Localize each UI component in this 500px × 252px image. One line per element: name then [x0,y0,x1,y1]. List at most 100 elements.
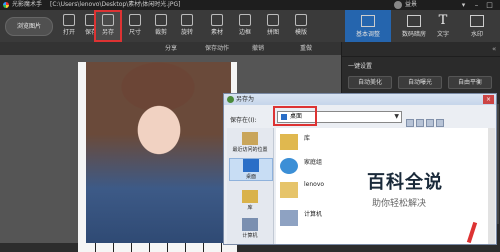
template-icon [295,14,307,26]
auto-exposure-button[interactable]: 自动曝光 [398,76,442,89]
darkroom-icon [407,15,421,27]
open-label: 打开 [62,29,75,36]
close-icon[interactable]: × [483,95,494,104]
new-folder-icon[interactable] [426,119,434,127]
place-computer[interactable]: 计算机 [229,218,271,239]
tab-basic-adjust[interactable]: 基本调整 [345,10,391,42]
app-icon [227,96,234,103]
item-name: 库 [304,135,311,142]
tab-watermark-label: 水印 [470,31,483,38]
list-item[interactable]: 计算机 [280,208,380,228]
frame-icon [239,14,251,26]
crop-button[interactable]: 裁剪 [150,12,172,40]
homegroup-icon [280,158,298,174]
template-button[interactable]: 模版 [290,12,312,40]
watermark-subtitle: 助你轻松解决 [372,199,427,209]
location-highlight [273,106,317,126]
resize-label: 尺寸 [128,29,141,36]
save-as-dialog: 另存为 × 保存在(I): 桌面 ▼ 最近访问的位置 桌面 库 计算机 库 家庭… [223,93,497,245]
window-controls: ▾–□× [455,0,500,20]
divider [342,56,500,57]
list-item[interactable]: 库 [280,132,380,152]
dialog-title: 另存为 [236,96,255,103]
user-folder-icon [280,182,298,198]
avatar[interactable] [394,1,402,9]
frame-label: 边框 [238,29,251,36]
watermark-icon [470,15,484,27]
item-name: 计算机 [304,211,323,218]
place-recent-label: 最近访问的位置 [232,147,268,153]
crop-label: 裁剪 [154,29,167,36]
place-library[interactable]: 库 [229,190,271,211]
username[interactable]: 益景 [405,0,417,10]
maximize-icon[interactable]: □ [485,1,494,9]
app-name: 光影魔术手 [12,1,43,8]
computer-icon [280,210,298,226]
dialog-titlebar: 另存为 × [224,94,496,105]
rotate-icon [181,14,193,26]
share-button[interactable]: 分享 [165,42,177,55]
up-folder-icon[interactable] [416,119,424,127]
section-title: 一键设置 [348,63,373,70]
resize-button[interactable]: 尺寸 [124,12,146,40]
adjust-icon [361,15,375,27]
dialog-nav-icons [406,112,450,127]
app-logo-icon [3,2,9,8]
list-item[interactable]: lenovo [280,180,380,200]
material-button[interactable]: 素材 [206,12,228,40]
main-toolbar: 浏览图片 打开 保存 另存 尺寸 裁剪 旋转 素材 边框 拼图 模版 基本调整 … [0,10,500,43]
resize-icon [129,14,141,26]
rotate-button[interactable]: 旋转 [176,12,198,40]
open-icon [63,14,75,26]
computer-icon [242,218,258,231]
place-library-label: 库 [247,205,253,211]
minimize-icon[interactable]: – [472,1,481,9]
save-in-label: 保存在(I): [230,117,257,124]
template-label: 模版 [294,29,307,36]
library-icon [280,134,298,150]
list-item[interactable]: 家庭组 [280,156,380,176]
dialog-scrollbar[interactable] [488,128,495,244]
place-recent[interactable]: 最近访问的位置 [229,132,271,153]
frame-button[interactable]: 边框 [234,12,256,40]
item-name: lenovo [304,181,325,188]
open-button[interactable]: 打开 [58,12,80,40]
library-icon [242,190,258,203]
menu-icon[interactable]: ▾ [459,1,468,9]
place-desktop-label: 桌面 [245,174,256,180]
collage-button[interactable]: 拼图 [262,12,284,40]
chevron-down-icon: ▼ [394,113,399,120]
item-name: 家庭组 [304,159,323,166]
portrait-photo [86,62,231,243]
tab-watermark[interactable]: 水印 [454,10,500,42]
save-action-button[interactable]: 保存动作 [205,42,229,55]
auto-balance-button[interactable]: 自由平衡 [448,76,492,89]
places-bar: 最近访问的位置 桌面 库 计算机 [227,128,274,244]
browse-images-button[interactable]: 浏览图片 [5,17,53,36]
material-label: 素材 [210,29,223,36]
tab-basic-adjust-label: 基本调整 [355,31,380,38]
desktop-icon [243,159,259,172]
title-bar: 光影魔术手 [C:\Users\lenovo\Desktop\素材\体闲时光.j… [0,0,500,20]
save-as-label: 另存 [101,29,114,36]
material-icon [211,14,223,26]
save-as-button[interactable]: 另存 [94,10,122,42]
collage-icon [267,14,279,26]
rotate-label: 旋转 [180,29,193,36]
save-as-icon [102,14,114,26]
collage-label: 拼图 [266,29,279,36]
collapse-icon[interactable]: « [492,45,496,53]
view-menu-icon[interactable] [436,119,444,127]
undo-button[interactable]: 撤销 [252,42,264,55]
auto-beautify-button[interactable]: 自动美化 [348,76,392,89]
tab-text-label: 文字 [436,31,449,38]
file-path: [C:\Users\lenovo\Desktop\素材\体闲时光.jPG] [50,1,181,8]
place-computer-label: 计算机 [242,233,258,239]
place-desktop[interactable]: 桌面 [229,158,273,181]
back-icon[interactable] [406,119,414,127]
recent-places-icon [242,132,258,145]
redo-button[interactable]: 重做 [300,42,312,55]
watermark-title: 百科全说 [367,172,443,193]
action-bar: 分享 保存动作 撤销 重做 [0,42,341,55]
crop-icon [155,14,167,26]
